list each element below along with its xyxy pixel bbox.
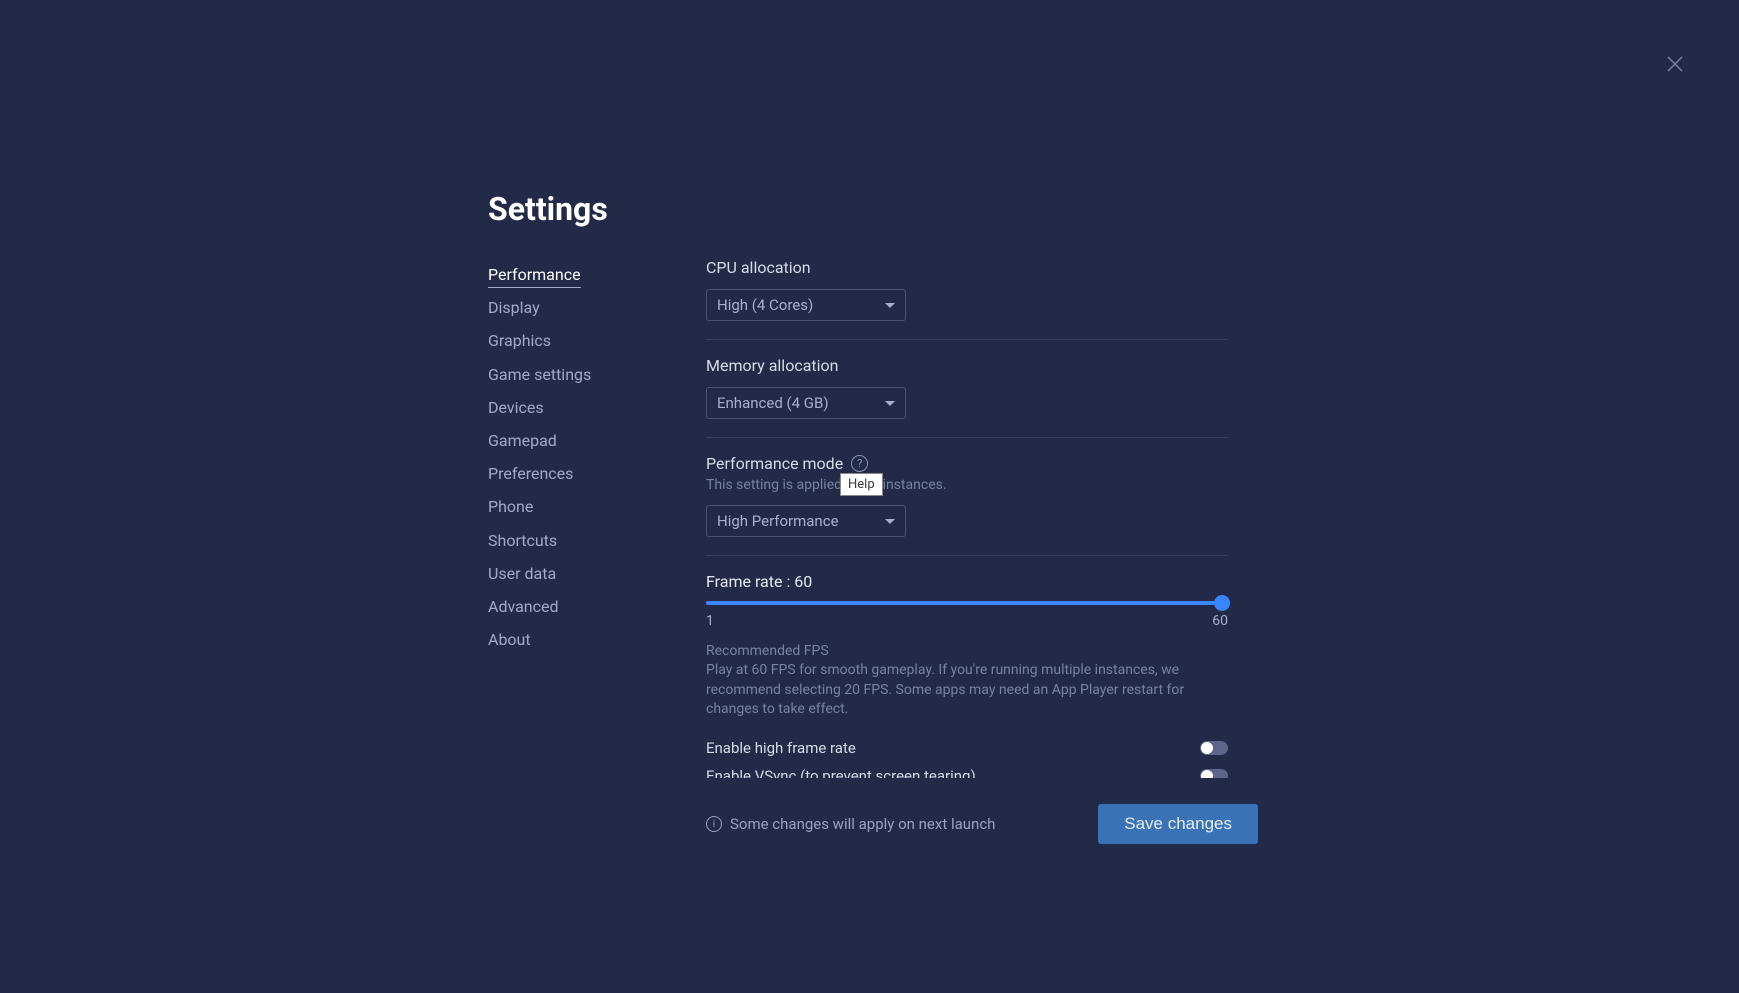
sidebar-item-label: Game settings bbox=[488, 365, 591, 384]
slider-min: 1 bbox=[706, 613, 714, 629]
settings-footer: i Some changes will apply on next launch… bbox=[706, 804, 1258, 844]
sidebar-item-label: Preferences bbox=[488, 464, 573, 483]
cpu-select[interactable]: High (4 Cores) bbox=[706, 289, 906, 321]
close-icon bbox=[1665, 54, 1685, 74]
save-changes-button[interactable]: Save changes bbox=[1098, 804, 1258, 844]
sidebar-item-graphics[interactable]: Graphics bbox=[488, 324, 706, 357]
toggle-label: Enable VSync (to prevent screen tearing) bbox=[706, 767, 976, 778]
sidebar-item-about[interactable]: About bbox=[488, 623, 706, 656]
page-title: Settings bbox=[488, 190, 1258, 228]
sidebar-item-user-data[interactable]: User data bbox=[488, 557, 706, 590]
sidebar-item-phone[interactable]: Phone bbox=[488, 490, 706, 523]
toggle-label: Enable high frame rate bbox=[706, 739, 856, 757]
sidebar-item-game-settings[interactable]: Game settings bbox=[488, 358, 706, 391]
sidebar-item-display[interactable]: Display bbox=[488, 291, 706, 324]
perfmode-label: Performance mode bbox=[706, 454, 843, 473]
footer-note: i Some changes will apply on next launch bbox=[706, 815, 995, 833]
toggle-knob bbox=[1201, 742, 1213, 754]
slider-max: 60 bbox=[1212, 613, 1228, 629]
toggle-high-frame-rate[interactable] bbox=[1200, 741, 1228, 755]
settings-scroll-area[interactable]: CPU allocation High (4 Cores) Memory all… bbox=[706, 258, 1258, 778]
info-icon: i bbox=[706, 816, 722, 832]
toggle-knob bbox=[1201, 770, 1213, 778]
memory-label: Memory allocation bbox=[706, 356, 1228, 375]
sidebar-item-label: Performance bbox=[488, 265, 581, 288]
sidebar-item-label: Graphics bbox=[488, 331, 551, 350]
help-tooltip: Help bbox=[840, 473, 883, 496]
framerate-section: Frame rate : 60 1 60 Recommended FPS Pla… bbox=[706, 572, 1228, 778]
toggle-high-frame-rate-row: Enable high frame rate bbox=[706, 734, 1228, 762]
footer-note-text: Some changes will apply on next launch bbox=[730, 815, 995, 833]
toggle-vsync[interactable] bbox=[1200, 769, 1228, 778]
perfmode-subtext: This setting is applied on all instances… bbox=[706, 477, 1228, 493]
sidebar: Performance Display Graphics Game settin… bbox=[488, 258, 706, 844]
sidebar-item-devices[interactable]: Devices bbox=[488, 391, 706, 424]
sidebar-item-label: Shortcuts bbox=[488, 531, 557, 550]
memory-select[interactable]: Enhanced (4 GB) bbox=[706, 387, 906, 419]
sidebar-item-preferences[interactable]: Preferences bbox=[488, 457, 706, 490]
chevron-down-icon bbox=[885, 401, 895, 406]
close-button[interactable] bbox=[1665, 54, 1685, 74]
sidebar-item-label: Phone bbox=[488, 497, 533, 516]
chevron-down-icon bbox=[885, 519, 895, 524]
recommended-fps-desc: Play at 60 FPS for smooth gameplay. If y… bbox=[706, 661, 1228, 720]
toggle-vsync-row: Enable VSync (to prevent screen tearing) bbox=[706, 762, 1228, 778]
frame-rate-slider[interactable] bbox=[706, 601, 1228, 605]
sidebar-item-label: User data bbox=[488, 564, 556, 583]
sidebar-item-gamepad[interactable]: Gamepad bbox=[488, 424, 706, 457]
slider-thumb[interactable] bbox=[1214, 595, 1230, 611]
sidebar-item-advanced[interactable]: Advanced bbox=[488, 590, 706, 623]
sidebar-item-label: About bbox=[488, 630, 531, 649]
chevron-down-icon bbox=[885, 303, 895, 308]
memory-select-value: Enhanced (4 GB) bbox=[717, 394, 829, 412]
recommended-fps-title: Recommended FPS bbox=[706, 643, 1228, 659]
sidebar-item-label: Display bbox=[488, 298, 540, 317]
frame-rate-label: Frame rate : 60 bbox=[706, 572, 1228, 591]
perfmode-section: Performance mode ? Help This setting is … bbox=[706, 454, 1228, 556]
sidebar-item-shortcuts[interactable]: Shortcuts bbox=[488, 524, 706, 557]
sidebar-item-label: Advanced bbox=[488, 597, 559, 616]
cpu-label: CPU allocation bbox=[706, 258, 1228, 277]
memory-section: Memory allocation Enhanced (4 GB) bbox=[706, 356, 1228, 438]
slider-track bbox=[706, 601, 1228, 605]
cpu-select-value: High (4 Cores) bbox=[717, 296, 813, 314]
cpu-section: CPU allocation High (4 Cores) bbox=[706, 258, 1228, 340]
perfmode-select-value: High Performance bbox=[717, 512, 839, 530]
help-icon[interactable]: ? bbox=[851, 455, 868, 472]
sidebar-item-label: Devices bbox=[488, 398, 544, 417]
sidebar-item-performance[interactable]: Performance bbox=[488, 258, 706, 291]
perfmode-select[interactable]: High Performance bbox=[706, 505, 906, 537]
sidebar-item-label: Gamepad bbox=[488, 431, 557, 450]
